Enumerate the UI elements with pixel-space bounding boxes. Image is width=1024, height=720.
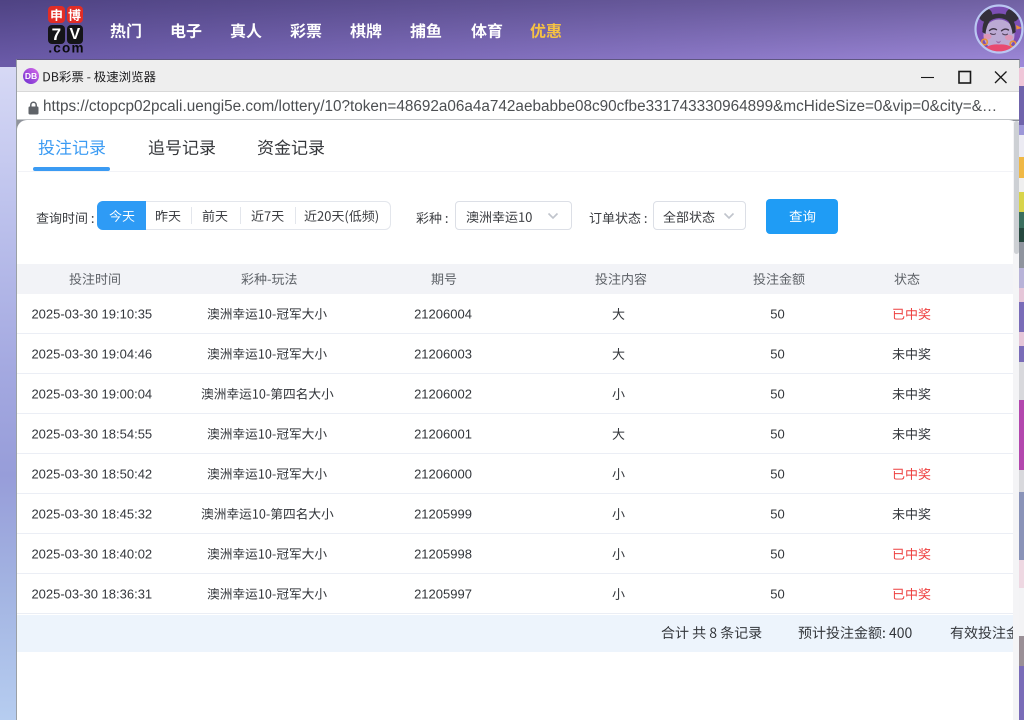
- svg-text:DB: DB: [25, 71, 37, 81]
